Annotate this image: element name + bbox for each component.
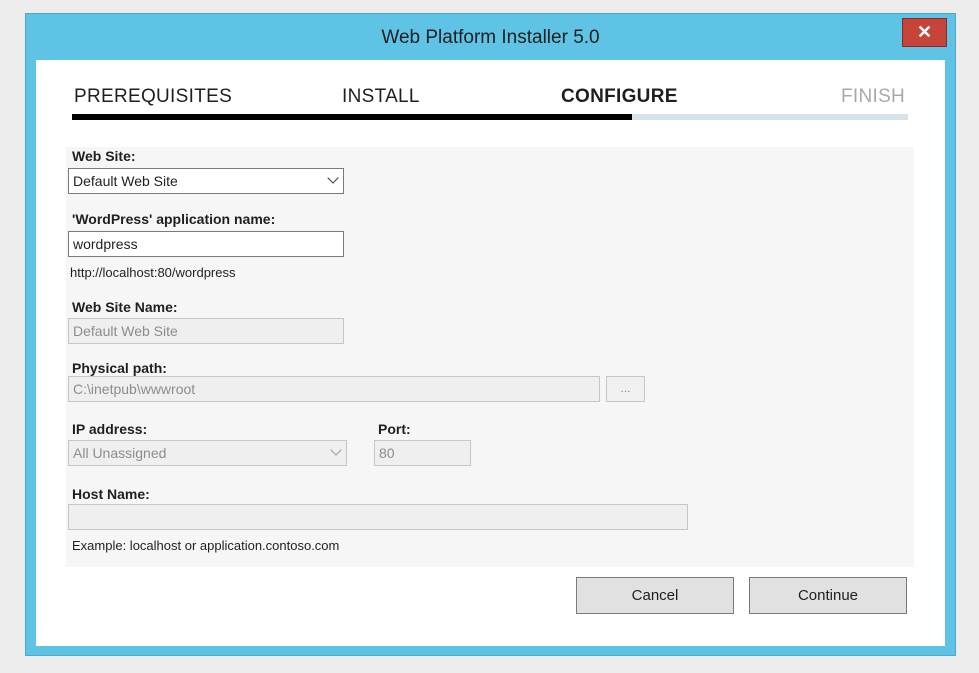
- physical-path-value: C:\inetpub\wwwroot: [73, 381, 196, 397]
- site-name-label: Web Site Name:: [72, 299, 178, 315]
- physical-path-input: C:\inetpub\wwwroot: [68, 376, 600, 402]
- site-name-value: Default Web Site: [73, 323, 178, 339]
- cancel-button[interactable]: Cancel: [576, 577, 734, 614]
- ip-address-label: IP address:: [72, 421, 148, 437]
- site-name-input: Default Web Site: [68, 318, 344, 344]
- ip-address-value: All Unassigned: [73, 445, 167, 461]
- web-site-value: Default Web Site: [73, 173, 178, 189]
- browse-button: ...: [606, 376, 645, 402]
- web-site-select[interactable]: Default Web Site: [68, 168, 344, 194]
- installer-window: Web Platform Installer 5.0 ✕ PREREQUISIT…: [25, 13, 956, 656]
- port-value: 80: [379, 445, 395, 461]
- chevron-down-icon: [327, 172, 339, 184]
- host-name-label: Host Name:: [72, 486, 150, 502]
- app-url-hint: http://localhost:80/wordpress: [70, 265, 236, 280]
- app-name-label: 'WordPress' application name:: [72, 211, 276, 227]
- title-bar[interactable]: Web Platform Installer 5.0 ✕: [26, 14, 955, 60]
- physical-path-label: Physical path:: [72, 360, 167, 376]
- app-name-input[interactable]: wordpress: [68, 231, 344, 257]
- step-configure: CONFIGURE: [561, 86, 678, 107]
- progress-fill: [72, 114, 633, 120]
- web-site-label: Web Site:: [72, 148, 136, 164]
- app-name-value: wordpress: [73, 236, 138, 252]
- wizard-steps: PREREQUISITES INSTALL CONFIGURE FINISH: [36, 60, 945, 130]
- client-area: PREREQUISITES INSTALL CONFIGURE FINISH W…: [36, 60, 945, 646]
- port-label: Port:: [378, 421, 411, 437]
- close-button[interactable]: ✕: [902, 18, 947, 47]
- step-install: INSTALL: [342, 86, 420, 107]
- host-name-example: Example: localhost or application.contos…: [72, 538, 340, 553]
- step-prerequisites: PREREQUISITES: [74, 86, 233, 107]
- close-icon: ✕: [916, 22, 933, 42]
- port-input: 80: [374, 440, 471, 466]
- host-name-input: [68, 504, 688, 530]
- continue-label: Continue: [797, 587, 859, 604]
- cancel-label: Cancel: [631, 587, 679, 604]
- continue-button[interactable]: Continue: [749, 577, 907, 614]
- configure-form: Web Site: Default Web Site 'WordPress' a…: [66, 147, 914, 567]
- chevron-down-icon: [330, 444, 342, 456]
- progress-bar: [72, 114, 908, 120]
- ip-address-select: All Unassigned: [68, 440, 347, 466]
- window-title: Web Platform Installer 5.0: [381, 27, 600, 48]
- step-finish: FINISH: [841, 86, 906, 107]
